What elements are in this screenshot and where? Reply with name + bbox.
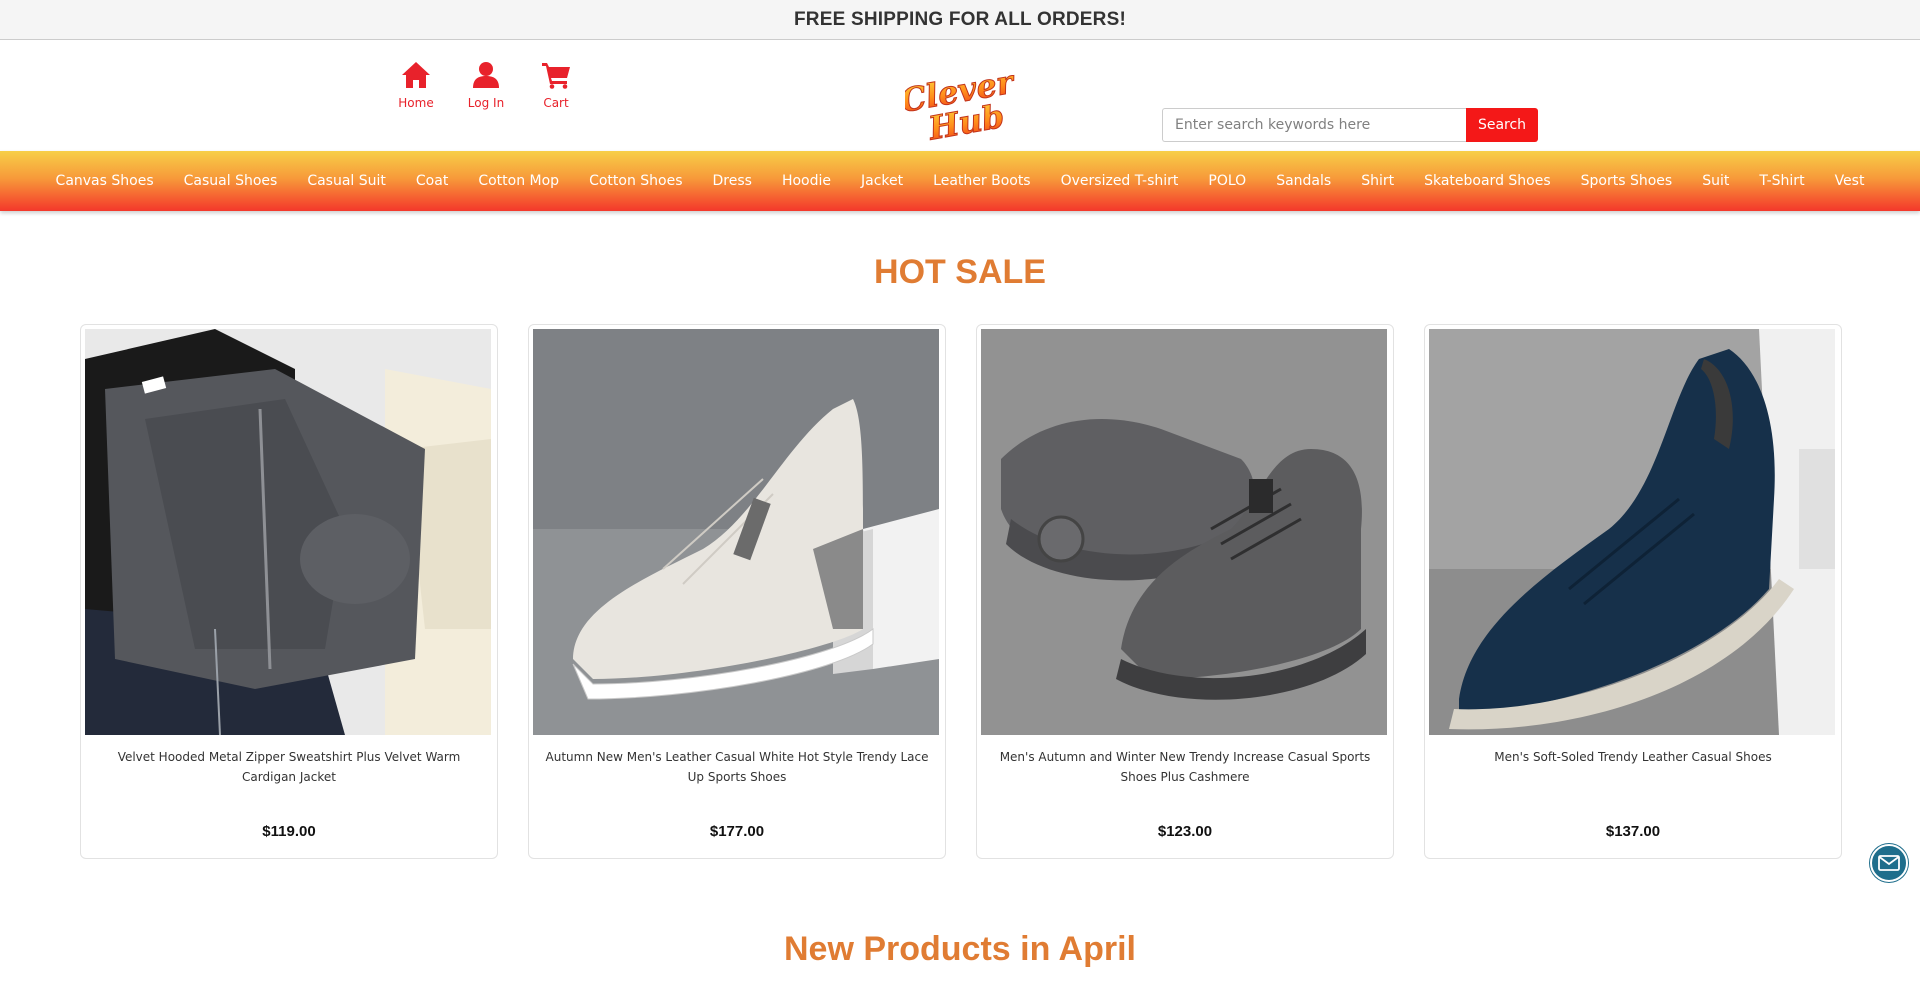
product-image-gray-shoes[interactable] (981, 329, 1387, 735)
category-sandals[interactable]: Sandals (1261, 173, 1346, 189)
product-price: $119.00 (262, 823, 316, 840)
cart-icon (541, 58, 571, 92)
product-image-navy-shoe[interactable] (1429, 329, 1835, 735)
product-card[interactable]: Men's Autumn and Winter New Trendy Incre… (976, 324, 1394, 859)
new-products-title: New Products in April (783, 930, 1136, 968)
mail-icon (1878, 855, 1900, 871)
product-title[interactable]: Men's Soft-Soled Trendy Leather Casual S… (1429, 747, 1837, 795)
category-hoodie[interactable]: Hoodie (767, 173, 846, 189)
announcement-bar: FREE SHIPPING FOR ALL ORDERS! (0, 0, 1920, 40)
category-polo[interactable]: POLO (1193, 173, 1261, 189)
category-vest[interactable]: Vest (1820, 173, 1880, 189)
search-input[interactable] (1162, 108, 1466, 142)
product-title[interactable]: Men's Autumn and Winter New Trendy Incre… (981, 747, 1389, 795)
contact-mail-button[interactable] (1870, 844, 1908, 882)
search-bar: Search (1162, 108, 1538, 142)
category-casual-suit[interactable]: Casual Suit (292, 173, 401, 189)
product-card[interactable]: Velvet Hooded Metal Zipper Sweatshirt Pl… (80, 324, 498, 859)
product-price: $137.00 (1605, 823, 1661, 840)
product-price: $177.00 (709, 823, 765, 840)
announcement-text: FREE SHIPPING FOR ALL ORDERS! (794, 8, 1126, 30)
category-cotton-shoes[interactable]: Cotton Shoes (574, 173, 697, 189)
header: Home Log In Cart Clever Hub Enter search… (0, 40, 1920, 151)
category-t-shirt[interactable]: T-Shirt (1744, 173, 1819, 189)
category-suit[interactable]: Suit (1687, 173, 1744, 189)
nav-login[interactable]: Log In (454, 58, 518, 110)
category-dress[interactable]: Dress (698, 173, 767, 189)
product-title[interactable]: Autumn New Men's Leather Casual White Ho… (533, 747, 941, 795)
product-image-white-sneaker[interactable] (533, 329, 939, 735)
hot-sale-grid: Velvet Hooded Metal Zipper Sweatshirt Pl… (80, 324, 1872, 859)
category-oversized-t-shirt[interactable]: Oversized T-shirt (1046, 173, 1194, 189)
category-leather-boots[interactable]: Leather Boots (918, 173, 1045, 189)
category-jacket[interactable]: Jacket (846, 173, 918, 189)
product-price: $123.00 (1157, 823, 1213, 840)
product-card[interactable]: Autumn New Men's Leather Casual White Ho… (528, 324, 946, 859)
category-sports-shoes[interactable]: Sports Shoes (1566, 173, 1688, 189)
category-nav: Canvas Shoes Casual Shoes Casual Suit Co… (0, 151, 1920, 211)
nav-login-label: Log In (467, 96, 505, 110)
nav-cart[interactable]: Cart (524, 58, 588, 110)
user-icon (472, 58, 500, 92)
category-skateboard-shoes[interactable]: Skateboard Shoes (1409, 173, 1566, 189)
category-casual-shoes[interactable]: Casual Shoes (169, 173, 293, 189)
category-cotton-mop[interactable]: Cotton Mop (463, 173, 574, 189)
nav-home[interactable]: Home (384, 58, 448, 110)
header-nav: Home Log In Cart (384, 58, 594, 110)
hot-sale-title: HOT SALE (874, 253, 1046, 291)
nav-home-label: Home (398, 96, 434, 110)
product-title[interactable]: Velvet Hooded Metal Zipper Sweatshirt Pl… (85, 747, 493, 795)
site-logo[interactable]: Clever Hub (897, 58, 1019, 148)
product-card[interactable]: Men's Soft-Soled Trendy Leather Casual S… (1424, 324, 1842, 859)
search-button[interactable]: Search (1466, 108, 1538, 142)
category-shirt[interactable]: Shirt (1346, 173, 1409, 189)
nav-cart-label: Cart (543, 96, 569, 110)
product-image-hoodie[interactable] (85, 329, 491, 735)
home-icon (401, 58, 431, 92)
category-canvas-shoes[interactable]: Canvas Shoes (41, 173, 169, 189)
category-coat[interactable]: Coat (401, 173, 463, 189)
